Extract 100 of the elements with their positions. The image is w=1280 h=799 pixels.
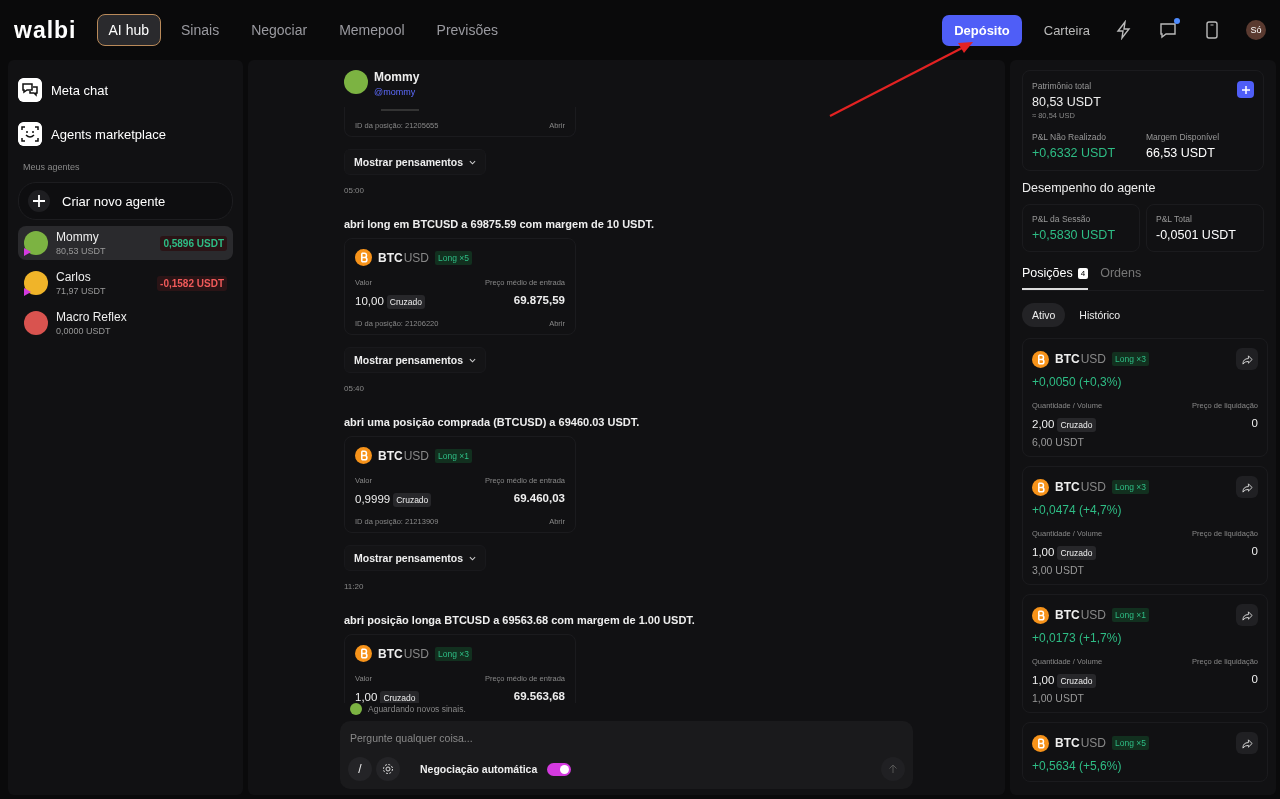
deposit-button[interactable]: Depósito xyxy=(942,14,1022,46)
nav-tab[interactable]: Sinais xyxy=(169,14,232,46)
agent-message: abri posição longa BTCUSD a 69563.68 com margem de 1.00 USDT. xyxy=(344,614,695,626)
nav-tab[interactable]: Memepool xyxy=(327,14,417,46)
agent-balance: 71,97 USDT xyxy=(56,286,107,296)
section-title: Desempenho do agente xyxy=(1022,181,1157,195)
leverage-badge: Long ×3 xyxy=(435,646,472,661)
symbol-base: BTC xyxy=(378,646,403,661)
entry-price: 69.563,68 xyxy=(513,690,565,702)
position-pnl: +0,0173 (+1,7%) xyxy=(1032,631,1123,645)
wallet-link[interactable]: Carteira xyxy=(1035,16,1098,44)
panel-tab[interactable]: Posições 4 xyxy=(1022,266,1089,290)
share-button[interactable] xyxy=(1236,348,1258,370)
symbol-base: BTC xyxy=(1055,736,1080,750)
coin-icon xyxy=(355,249,372,266)
message-time: 05:40 xyxy=(344,384,365,393)
plus-icon xyxy=(1240,84,1251,95)
play-icon xyxy=(23,288,31,296)
add-funds-button[interactable] xyxy=(1237,81,1254,98)
margin-mode-tag: Cruzado xyxy=(386,295,425,309)
quantity-value: 2,00 xyxy=(1032,418,1055,430)
agent-balance: 80,53 USDT xyxy=(56,246,107,256)
agent-item[interactable]: Macro Reflex 0,0000 USDT xyxy=(18,306,233,340)
share-icon xyxy=(1241,609,1253,621)
nav-tab[interactable]: AI hub xyxy=(96,14,161,46)
message-time: 11:20 xyxy=(344,582,364,591)
auto-trading-label: Negociação automática xyxy=(420,763,538,775)
agent-avatar xyxy=(344,70,368,94)
entry-price: 69.460,03 xyxy=(513,492,565,504)
share-button[interactable] xyxy=(1236,604,1258,626)
margin-mode-tag: Cruzado xyxy=(1057,418,1096,432)
symbol-base: BTC xyxy=(378,250,403,265)
nav-tab[interactable]: Negociar xyxy=(239,14,320,46)
agent-name: Macro Reflex xyxy=(56,310,128,324)
stat-value: +0,5830 USDT xyxy=(1032,228,1117,242)
filter-chip[interactable]: Ativo xyxy=(1022,303,1066,327)
share-button[interactable] xyxy=(1236,476,1258,498)
stat-label: P&L Total xyxy=(1156,214,1193,224)
nav-tab[interactable]: Previsões xyxy=(424,14,510,46)
show-thoughts-button[interactable]: Mostrar pensamentos xyxy=(344,149,487,175)
margin-mode-tag: Cruzado xyxy=(1057,674,1096,688)
agent-balance: 0,0000 USDT xyxy=(56,326,112,336)
message-input[interactable]: Pergunte qualquer coisa... xyxy=(348,731,905,745)
margin-mode-tag: Cruzado xyxy=(393,493,432,507)
position-value: 0,9999 xyxy=(355,493,391,505)
chevron-icon xyxy=(469,356,477,364)
coin-icon xyxy=(1032,478,1049,496)
profile-avatar[interactable]: Só xyxy=(1246,20,1266,40)
position-value: 10,00 xyxy=(355,295,384,307)
symbol-base: BTC xyxy=(378,448,403,463)
create-agent-button[interactable]: Criar novo agente xyxy=(18,182,233,220)
panel-tab[interactable]: Ordens xyxy=(1100,266,1142,290)
leverage-badge: Long ×1 xyxy=(435,448,472,463)
position-volume: 1,00 USDT xyxy=(1032,692,1085,704)
entry-price: 69.875,59 xyxy=(513,294,565,306)
stat-label: Margem Disponível xyxy=(1146,132,1221,142)
symbol-quote: USD xyxy=(403,448,429,463)
stat-value: +0,6332 USDT xyxy=(1032,146,1117,160)
agent-pnl: -0,1582 USDT xyxy=(157,275,227,291)
agent-avatar xyxy=(350,703,362,715)
leverage-badge: Long ×3 xyxy=(1112,352,1149,366)
symbol-base: BTC xyxy=(1055,608,1080,622)
liquidation-price: 0 xyxy=(1251,673,1258,685)
liquidation-price: 0 xyxy=(1251,545,1258,557)
settings-icon xyxy=(382,763,394,775)
section-heading: Meus agentes xyxy=(23,162,81,172)
stat-value: 66,53 USDT xyxy=(1146,146,1216,160)
share-icon xyxy=(1241,481,1253,493)
smiley-icon xyxy=(18,122,42,146)
count-badge: 4 xyxy=(1077,267,1089,279)
settings-button[interactable] xyxy=(376,757,400,781)
show-thoughts-button[interactable]: Mostrar pensamentos xyxy=(344,347,487,373)
agent-name: Mommy xyxy=(56,230,100,244)
filter-chip[interactable]: Histórico xyxy=(1069,303,1131,327)
show-thoughts-button[interactable]: Mostrar pensamentos xyxy=(344,545,487,571)
logo[interactable]: walbi xyxy=(14,16,77,44)
agent-message: abri uma posição comprada (BTCUSD) a 69460.03 USDT. xyxy=(344,416,640,428)
chevron-icon xyxy=(469,554,477,562)
symbol-base: BTC xyxy=(1055,352,1080,366)
agent-item[interactable]: Carlos 71,97 USDT -0,1582 USDT xyxy=(18,266,233,300)
share-button[interactable] xyxy=(1236,732,1258,754)
agent-item[interactable]: Mommy 80,53 USDT 0,5896 USDT xyxy=(18,226,233,260)
symbol-quote: USD xyxy=(403,250,429,265)
margin-mode-tag: Cruzado xyxy=(380,691,419,703)
stat-label: Patrimônio total xyxy=(1032,81,1093,91)
position-pnl: +0,0050 (+0,3%) xyxy=(1032,375,1123,389)
auto-trading-toggle[interactable] xyxy=(547,762,572,776)
coin-icon xyxy=(1032,734,1049,752)
margin-mode-tag: Cruzado xyxy=(1057,546,1096,560)
arrow-up-icon xyxy=(887,763,899,775)
position-pnl: +0,0474 (+4,7%) xyxy=(1032,503,1123,517)
sidebar-link[interactable]: Meta chat xyxy=(18,74,109,106)
symbol-base: BTC xyxy=(1055,480,1080,494)
status-text: Aguardando novos sinais. xyxy=(368,704,466,714)
chevron-icon xyxy=(469,158,477,166)
sidebar-link[interactable]: Agents marketplace xyxy=(18,118,166,150)
slash-command-button[interactable]: / xyxy=(348,757,372,781)
chat-icon[interactable] xyxy=(1158,20,1178,40)
agent-name: Mommy xyxy=(374,70,420,84)
symbol-quote: USD xyxy=(1080,608,1106,622)
